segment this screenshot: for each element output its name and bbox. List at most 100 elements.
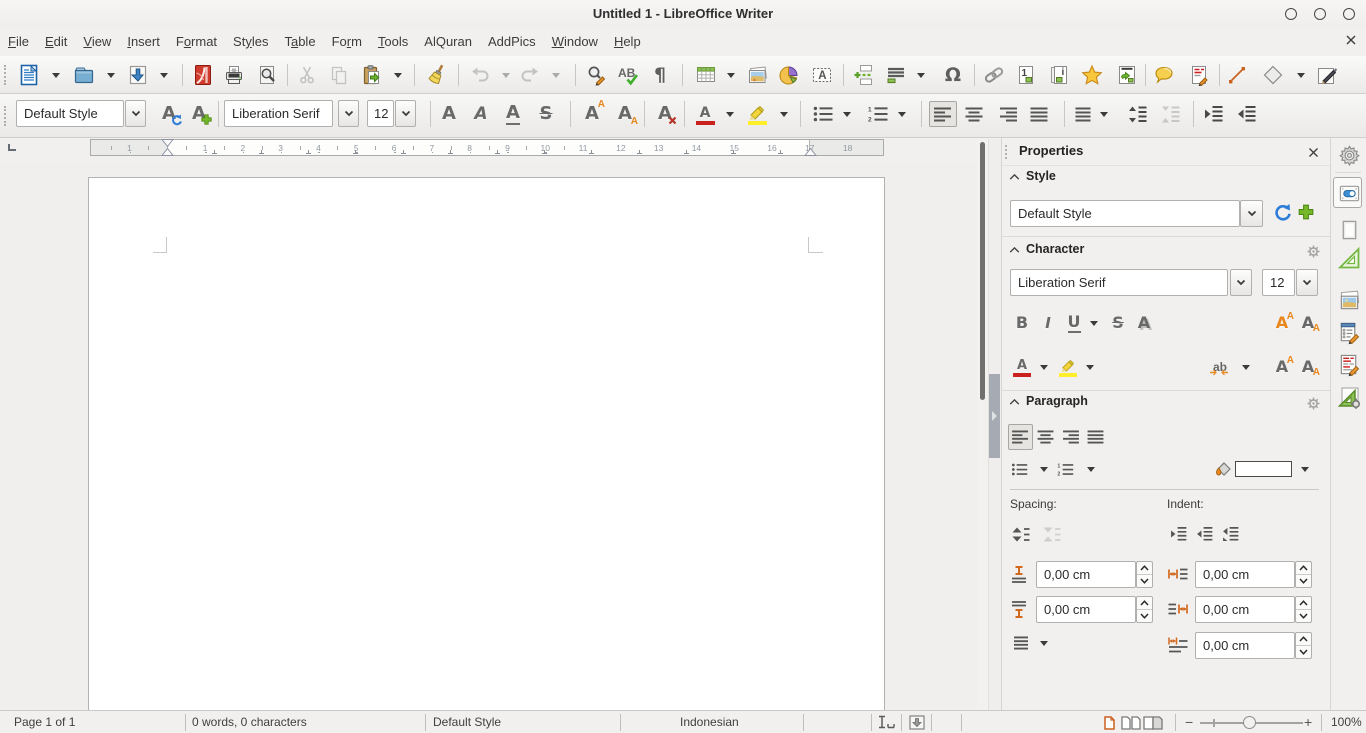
menu-tools[interactable]: Tools	[370, 28, 416, 56]
insert-field-button[interactable]	[882, 62, 910, 88]
spinner-up-icon[interactable]	[1299, 600, 1308, 606]
basic-shapes-button[interactable]	[1259, 62, 1287, 88]
sidebar-shadow-button[interactable]: A	[1131, 310, 1157, 336]
collapse-character-icon[interactable]	[1009, 247, 1020, 253]
sidebar-font-size-combobox[interactable]: 12	[1262, 269, 1295, 296]
spinner-down-icon[interactable]	[1140, 578, 1149, 584]
spinner-up-icon[interactable]	[1140, 565, 1149, 571]
document-area[interactable]	[0, 162, 1001, 710]
status-word-count[interactable]: 0 words, 0 characters	[192, 711, 307, 733]
document-save-status-icon[interactable]	[909, 715, 925, 733]
formatting-marks-button[interactable]: ¶	[646, 62, 674, 88]
zoom-slider-knob[interactable]	[1243, 716, 1256, 729]
font-color-button[interactable]: A	[692, 101, 718, 127]
increase-font-size-button[interactable]: AA	[579, 101, 605, 127]
bullet-list-dropdown[interactable]	[840, 101, 853, 127]
tab-page[interactable]	[1337, 218, 1361, 242]
paste-button[interactable]	[358, 62, 386, 88]
window-close-button[interactable]	[1343, 8, 1355, 20]
after-indent-spinner[interactable]	[1295, 596, 1312, 623]
sidebar-strikethrough-button[interactable]: S	[1105, 310, 1131, 336]
font-name-dropdown[interactable]	[338, 100, 359, 127]
left-indent-marker[interactable]	[161, 139, 174, 156]
spinner-down-icon[interactable]	[1299, 613, 1308, 619]
sidebar-background-color-dropdown[interactable]	[1298, 458, 1311, 481]
increase-indent-button[interactable]	[1200, 101, 1226, 127]
sidebar-decrease-font-button[interactable]: AA	[1295, 310, 1321, 336]
toolbar-drag-handle[interactable]	[4, 65, 6, 85]
sidebar-hide-button[interactable]	[989, 374, 1000, 458]
menu-edit[interactable]: Edit	[37, 28, 75, 56]
insert-table-button[interactable]	[692, 62, 720, 88]
sidebar-font-color-dropdown[interactable]	[1037, 354, 1050, 380]
clear-formatting-button[interactable]: A	[652, 101, 678, 127]
spinner-down-icon[interactable]	[1299, 578, 1308, 584]
after-text-indent-field[interactable]: 0,00 cm	[1195, 596, 1295, 623]
numbered-list-button[interactable]: 12	[865, 101, 891, 127]
print-button[interactable]	[220, 62, 248, 88]
collapse-style-icon[interactable]	[1009, 174, 1020, 180]
insert-hyperlink-button[interactable]	[980, 62, 1008, 88]
decrease-font-size-button[interactable]: AA	[612, 101, 638, 127]
paragraph-style-dropdown[interactable]	[125, 100, 146, 127]
track-changes-button[interactable]	[1185, 62, 1213, 88]
tab-navigator[interactable]	[1337, 321, 1361, 345]
save-button[interactable]	[124, 62, 152, 88]
book-view-button[interactable]	[1143, 716, 1163, 733]
numbered-list-dropdown[interactable]	[895, 101, 908, 127]
decrease-paragraph-spacing-button[interactable]	[1157, 101, 1183, 127]
sidebar-line-spacing-button[interactable]	[1010, 634, 1032, 652]
export-pdf-button[interactable]	[189, 62, 217, 88]
sidebar-increase-indent-button[interactable]	[1167, 525, 1189, 543]
first-line-indent-spinner[interactable]	[1295, 632, 1312, 659]
undo-button[interactable]	[466, 62, 494, 88]
show-draw-functions-button[interactable]	[1313, 62, 1341, 88]
sidebar-underline-dropdown[interactable]	[1087, 310, 1100, 336]
sidebar-underline-button[interactable]: U	[1061, 310, 1087, 336]
zoom-out-button[interactable]: −	[1185, 711, 1193, 733]
character-section-header[interactable]: Character	[1026, 242, 1084, 256]
sidebar-font-name-combobox[interactable]: Liberation Serif	[1010, 269, 1228, 296]
insert-special-character-button[interactable]: Ω	[939, 62, 967, 88]
font-size-dropdown[interactable]	[395, 100, 416, 127]
background-color-swatch[interactable]	[1235, 461, 1292, 477]
copy-button[interactable]	[325, 62, 353, 88]
before-text-indent-field[interactable]: 0,00 cm	[1195, 561, 1295, 588]
open-dropdown[interactable]	[104, 62, 118, 88]
above-paragraph-spacing-field[interactable]: 0,00 cm	[1036, 561, 1136, 588]
insert-cross-reference-button[interactable]	[1113, 62, 1141, 88]
redo-button[interactable]	[516, 62, 544, 88]
font-color-dropdown[interactable]	[723, 101, 736, 127]
line-spacing-dropdown[interactable]	[1097, 101, 1110, 127]
selection-mode-icon[interactable]	[877, 715, 896, 733]
window-minimize-button[interactable]	[1285, 8, 1297, 20]
sidebar-highlight-dropdown[interactable]	[1083, 354, 1096, 380]
menu-addpics[interactable]: AddPics	[480, 28, 544, 56]
sidebar-style-combobox[interactable]: Default Style	[1010, 200, 1240, 227]
tab-styles[interactable]	[1337, 246, 1361, 270]
panel-drag-handle[interactable]	[1005, 145, 1007, 159]
right-indent-marker[interactable]	[804, 139, 817, 156]
decrease-indent-button[interactable]	[1233, 101, 1259, 127]
menu-view[interactable]: View	[75, 28, 119, 56]
spinner-down-icon[interactable]	[1140, 613, 1149, 619]
tab-properties[interactable]	[1337, 181, 1361, 205]
sidebar-bullet-list-dropdown[interactable]	[1037, 458, 1050, 481]
first-line-indent-field[interactable]: 0,00 cm	[1195, 632, 1295, 659]
update-style-icon[interactable]	[1273, 203, 1291, 221]
print-preview-button[interactable]	[253, 62, 281, 88]
status-page-count[interactable]: Page 1 of 1	[14, 711, 75, 733]
sidebar-increase-font-button[interactable]: AA	[1269, 310, 1295, 336]
style-section-header[interactable]: Style	[1026, 169, 1056, 183]
insert-text-box-button[interactable]: A	[808, 62, 836, 88]
new-document-dropdown[interactable]	[49, 62, 63, 88]
sidebar-highlight-button[interactable]	[1055, 354, 1081, 380]
sidebar-font-color-button[interactable]: A	[1009, 354, 1035, 380]
decrease-paragraph-spacing-button[interactable]	[1041, 525, 1063, 543]
insert-bookmark-button[interactable]	[1078, 62, 1106, 88]
insert-table-dropdown[interactable]	[724, 62, 738, 88]
paragraph-settings-gear-icon[interactable]	[1307, 397, 1320, 410]
underline-button[interactable]: A	[500, 101, 526, 127]
sidebar-settings-button[interactable]	[1337, 143, 1361, 167]
horizontal-ruler[interactable]: 1234567891011121314151617181	[90, 139, 884, 156]
